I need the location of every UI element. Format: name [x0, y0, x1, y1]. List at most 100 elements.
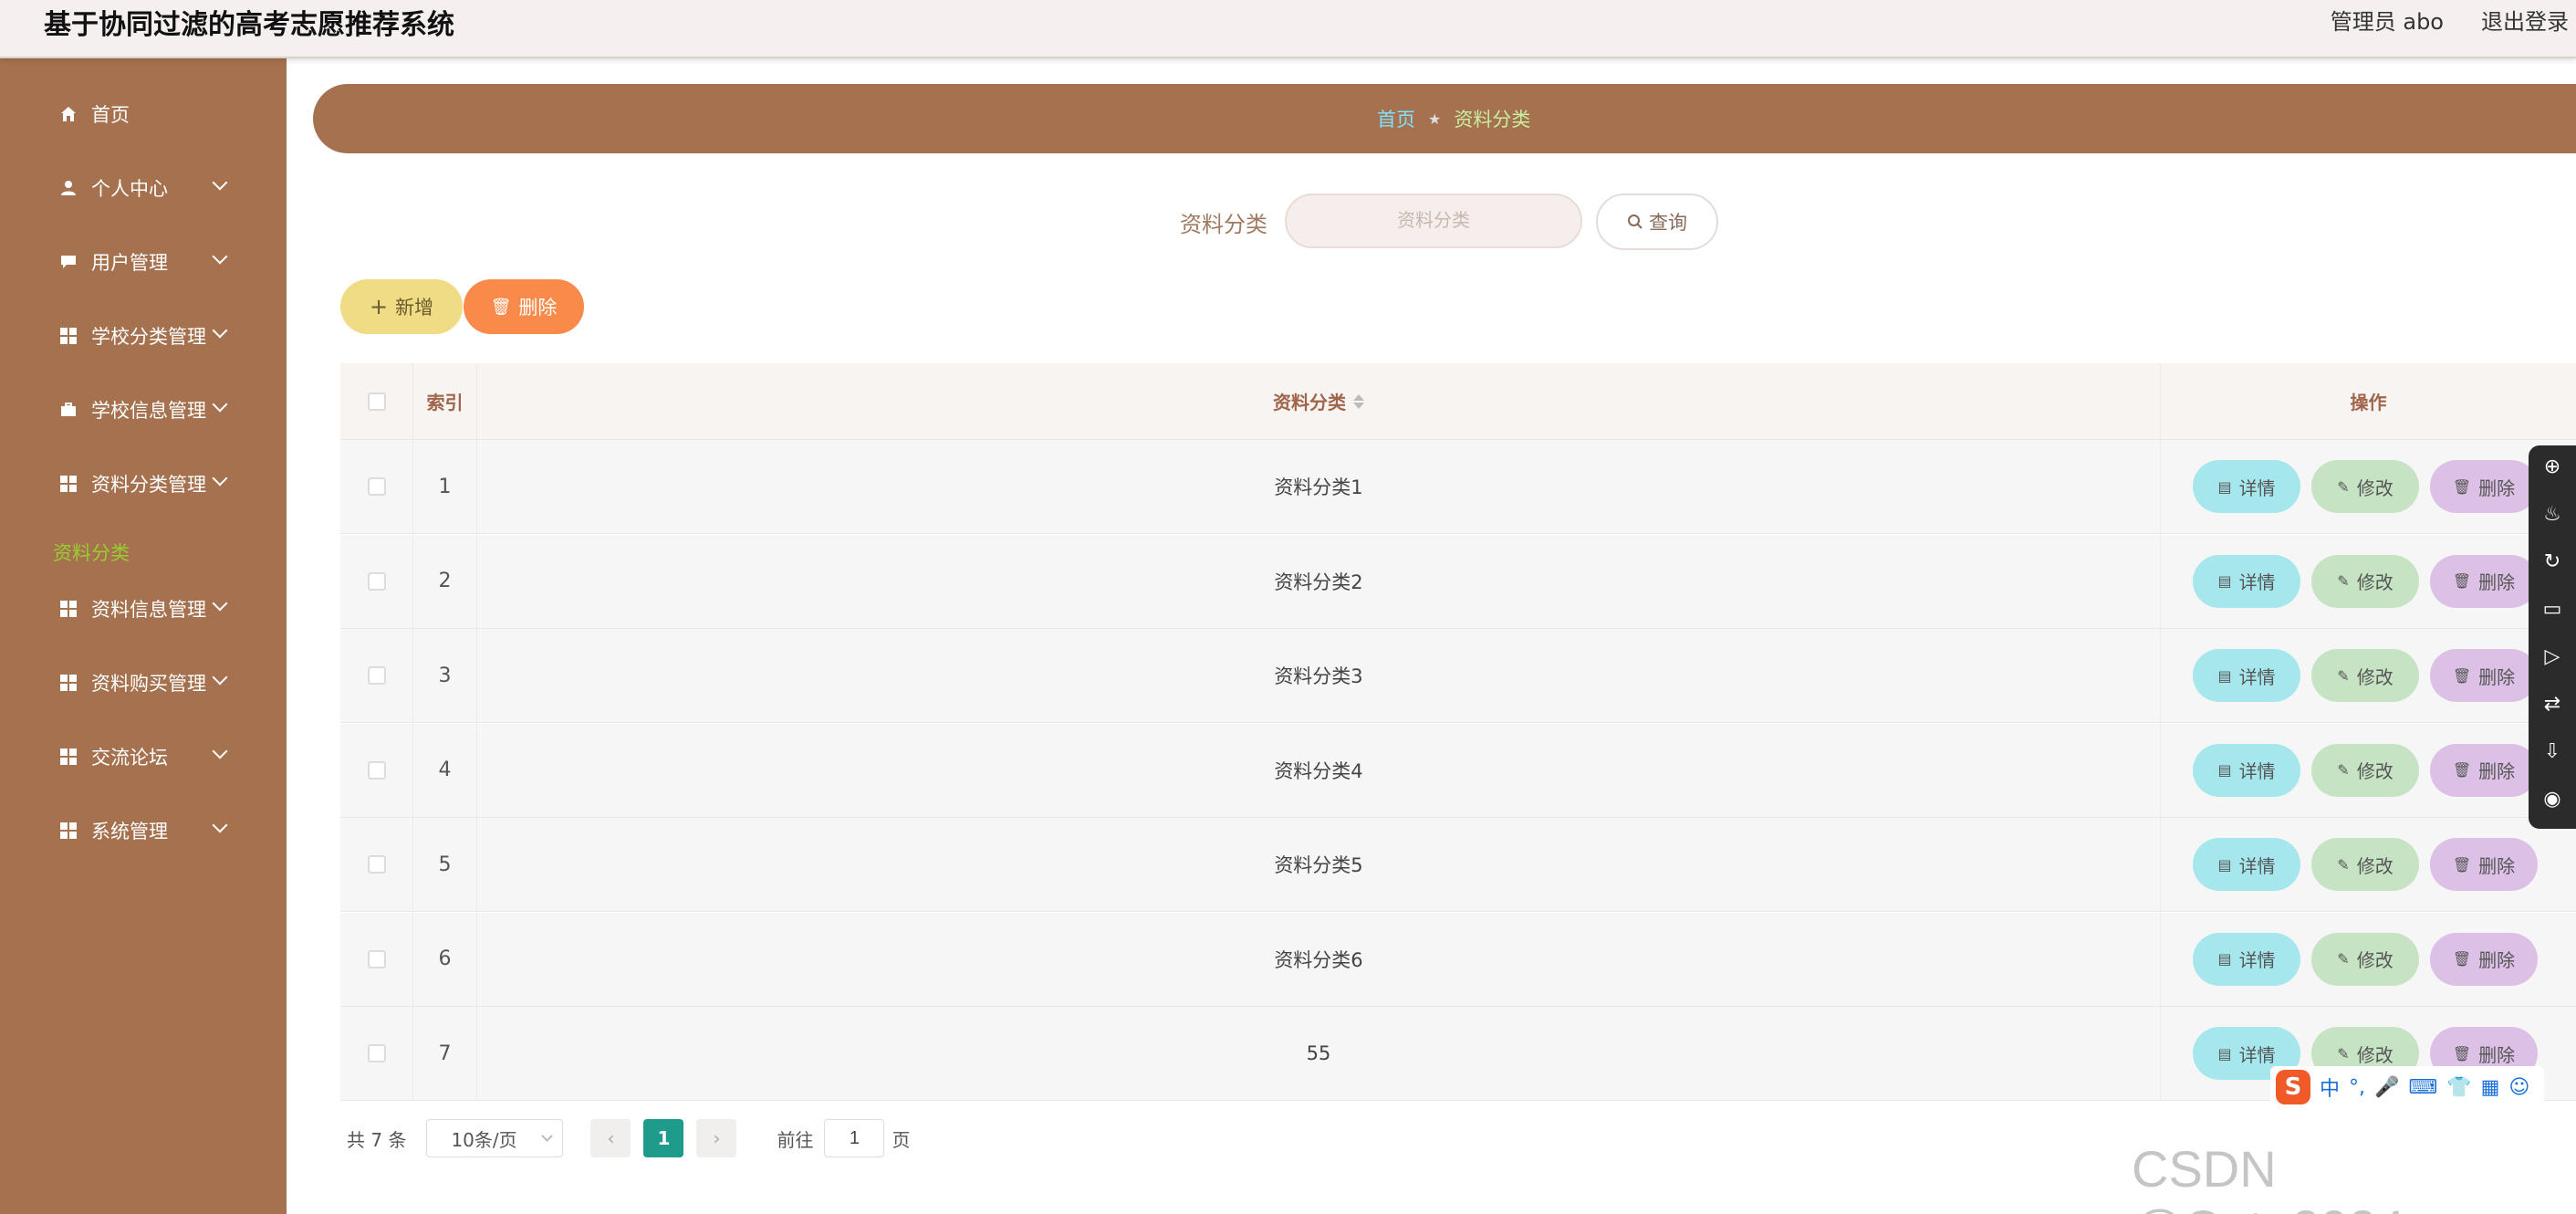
header-category-label: 资料分类	[1273, 392, 1346, 413]
ime-item[interactable]: 中	[2320, 1073, 2340, 1102]
sidebar-item-home[interactable]: 首页	[0, 91, 287, 137]
row-category: 资料分类2	[477, 534, 2161, 628]
breadcrumb-bar: 首页 ★ 资料分类	[313, 84, 2576, 153]
delete-button[interactable]: 🗑 删除	[2430, 649, 2538, 702]
page-number-button[interactable]: 1	[643, 1119, 684, 1157]
row-actions: ▤ 详情 ✎ 修改 🗑 删除	[2161, 818, 2576, 911]
row-checkbox[interactable]	[367, 949, 386, 968]
row-checkbox[interactable]	[367, 760, 386, 780]
download-icon[interactable]: ⇩	[2540, 739, 2564, 763]
grid-icon	[58, 673, 78, 693]
header-category[interactable]: 资料分类	[477, 363, 2161, 439]
swap-icon[interactable]: ⇄	[2540, 692, 2564, 716]
sidebar-item-users[interactable]: 用户管理	[0, 239, 287, 285]
camera-icon[interactable]: ◉	[2540, 787, 2564, 811]
delete-button[interactable]: 🗑 删除	[2430, 838, 2538, 891]
delete-button[interactable]: 🗑 删除	[2430, 460, 2538, 513]
delete-button[interactable]: 🗑 删除	[2430, 554, 2538, 608]
chevron-down-icon	[212, 743, 228, 759]
pencil-icon: ✎	[2337, 761, 2350, 779]
row-actions: ▤ 详情 ✎ 修改 🗑 删除	[2161, 440, 2576, 533]
sidebar-item-label: 交流论坛	[91, 747, 168, 769]
sidebar-item-label: 系统管理	[91, 821, 168, 842]
trash-icon: 🗑	[2452, 666, 2472, 685]
detail-button-label: 详情	[2238, 760, 2276, 782]
row-checkbox[interactable]	[367, 571, 386, 591]
edit-button[interactable]: ✎ 修改	[2311, 932, 2419, 986]
sidebar-item-forum[interactable]: 交流论坛	[0, 734, 287, 780]
select-all-checkbox[interactable]	[367, 392, 386, 411]
row-checkbox[interactable]	[367, 666, 386, 685]
detail-button[interactable]: ▤ 详情	[2193, 649, 2300, 702]
flame-icon[interactable]: ♨	[2540, 502, 2564, 526]
sidebar-item-profile[interactable]: 个人中心	[0, 165, 287, 211]
sogou-logo-icon[interactable]: S	[2276, 1070, 2310, 1104]
chevron-down-icon	[212, 396, 228, 413]
sidebar-item-material-purchase[interactable]: 资料购买管理	[0, 660, 287, 706]
sidebar: 首页 个人中心 用户管理 学校分类管理 学校信息管理 资料分类管理 资料分类 资…	[0, 58, 287, 1214]
edit-button[interactable]: ✎ 修改	[2311, 554, 2419, 608]
ime-item[interactable]: °,	[2349, 1076, 2365, 1099]
edit-button[interactable]: ✎ 修改	[2311, 838, 2419, 891]
sidebar-item-system[interactable]: 系统管理	[0, 808, 287, 853]
search-button[interactable]: 查询	[1596, 194, 1718, 250]
refresh-icon[interactable]: ↻	[2540, 549, 2564, 573]
detail-button[interactable]: ▤ 详情	[2193, 743, 2300, 797]
add-button[interactable]: + 新增	[340, 279, 463, 334]
edit-button-label: 修改	[2356, 854, 2393, 877]
edit-button[interactable]: ✎ 修改	[2311, 649, 2419, 702]
add-button-label: 新增	[395, 297, 434, 319]
batch-delete-button[interactable]: 🗑 删除	[464, 279, 584, 334]
document-icon: ▤	[2217, 666, 2232, 685]
prev-page-button[interactable]: ‹	[590, 1119, 631, 1157]
play-icon[interactable]: ▷	[2540, 644, 2564, 668]
sidebar-item-material-category[interactable]: 资料分类管理	[0, 461, 287, 507]
row-actions: ▤ 详情 ✎ 修改 🗑 删除	[2161, 913, 2576, 1006]
row-checkbox[interactable]	[367, 477, 386, 496]
sidebar-item-material-info[interactable]: 资料信息管理	[0, 586, 287, 632]
delete-button-label: 删除	[2478, 949, 2516, 971]
sidebar-item-school-info[interactable]: 学校信息管理	[0, 387, 287, 433]
detail-button[interactable]: ▤ 详情	[2193, 932, 2300, 986]
video-icon[interactable]: ▭	[2540, 597, 2564, 621]
search-label: 资料分类	[1180, 212, 1267, 237]
keyboard-icon[interactable]: ⌨	[2408, 1076, 2437, 1099]
edit-button[interactable]: ✎ 修改	[2311, 460, 2419, 513]
sidebar-item-label: 资料信息管理	[91, 599, 206, 621]
search-input[interactable]	[1285, 194, 1582, 248]
apps-icon[interactable]: ▦	[2481, 1076, 2500, 1099]
goto-page-input[interactable]	[824, 1119, 885, 1157]
document-icon: ▤	[2217, 761, 2232, 779]
delete-button-label: 删除	[2478, 854, 2516, 877]
detail-button[interactable]: ▤ 详情	[2193, 554, 2300, 608]
delete-button-label: 删除	[2478, 1043, 2516, 1066]
emoji-icon[interactable]: ☺	[2508, 1076, 2529, 1099]
zoom-icon[interactable]: ⊕	[2540, 455, 2564, 478]
sort-icon[interactable]	[1353, 393, 1364, 409]
skin-icon[interactable]: 👕	[2446, 1076, 2471, 1099]
document-icon: ▤	[2217, 477, 2232, 496]
edit-button[interactable]: ✎ 修改	[2311, 743, 2419, 797]
table-row: 3 资料分类3 ▤ 详情 ✎ 修改 🗑 删除	[340, 629, 2576, 723]
detail-button[interactable]: ▤ 详情	[2193, 838, 2300, 891]
delete-button[interactable]: 🗑 删除	[2430, 743, 2538, 797]
sidebar-item-school-category[interactable]: 学校分类管理	[0, 313, 287, 359]
delete-button[interactable]: 🗑 删除	[2430, 932, 2538, 986]
app-title: 基于协同过滤的高考志愿推荐系统	[44, 9, 454, 41]
detail-button[interactable]: ▤ 详情	[2193, 460, 2300, 513]
row-checkbox[interactable]	[367, 855, 386, 874]
row-checkbox[interactable]	[367, 1044, 386, 1062]
edit-button-label: 修改	[2356, 760, 2393, 782]
star-icon: ★	[1428, 110, 1442, 128]
logout-link[interactable]: 退出登录	[2481, 4, 2569, 36]
sidebar-item-label: 个人中心	[91, 178, 168, 200]
pencil-icon: ✎	[2337, 950, 2350, 968]
page-size-select[interactable]: 10条/页	[426, 1119, 564, 1157]
breadcrumb-home[interactable]: 首页	[1377, 105, 1415, 132]
table-row: 4 资料分类4 ▤ 详情 ✎ 修改 🗑 删除	[340, 723, 2576, 818]
next-page-button[interactable]: ›	[696, 1119, 737, 1157]
search-icon	[1628, 215, 1643, 229]
chevron-down-icon	[212, 595, 228, 612]
microphone-icon[interactable]: 🎤	[2374, 1076, 2399, 1099]
sidebar-subitem-material-category[interactable]: 资料分类	[53, 539, 130, 566]
